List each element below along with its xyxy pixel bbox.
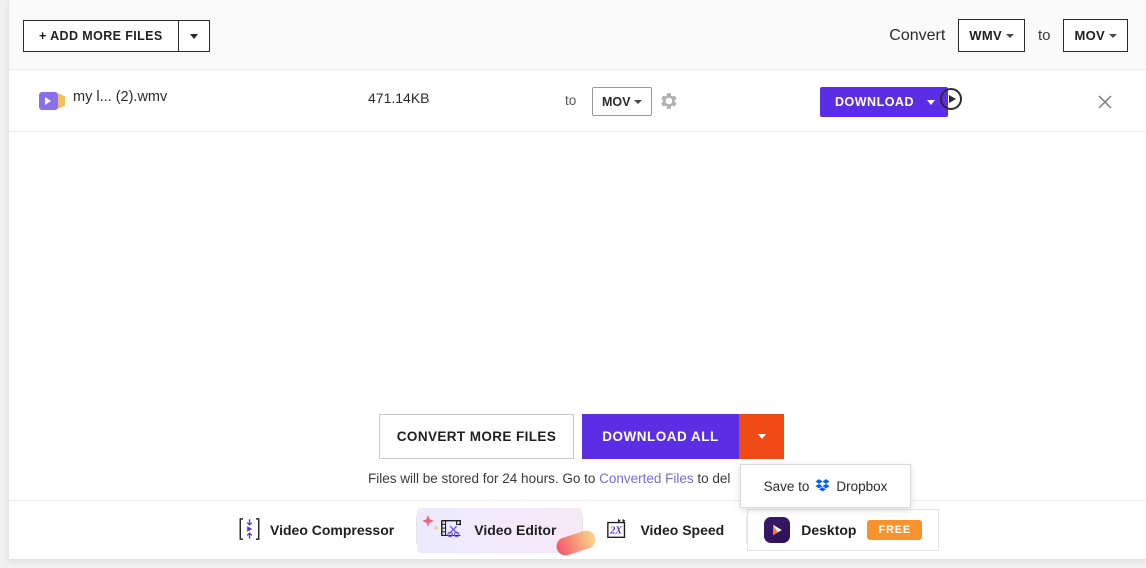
source-format-value: WMV — [969, 28, 1002, 43]
storage-note-suffix: to del — [693, 471, 731, 486]
preview-play-button[interactable] — [940, 88, 962, 110]
svg-text:2X: 2X — [610, 525, 623, 536]
download-all-label: DOWNLOAD ALL — [602, 429, 719, 444]
convert-label: Convert — [889, 26, 946, 44]
video-speed-icon: 2X — [605, 517, 631, 544]
source-format-select[interactable]: WMV — [958, 19, 1025, 52]
convert-controls: Convert WMV to MOV — [889, 19, 1128, 52]
remove-file-button[interactable] — [1095, 92, 1115, 112]
tools-toolbar: Video Compressor Video Editor 2X Video S… — [9, 500, 1146, 559]
chevron-down-icon — [1109, 33, 1117, 38]
download-all-button[interactable]: DOWNLOAD ALL — [582, 414, 739, 459]
video-editor-icon — [439, 517, 465, 544]
header-to-label: to — [1037, 27, 1051, 44]
video-compressor-icon — [238, 517, 261, 544]
dropbox-name: Dropbox — [836, 478, 888, 494]
desktop-app-icon — [764, 517, 791, 543]
action-buttons: CONVERT MORE FILES DOWNLOAD ALL — [379, 414, 784, 459]
tool-video-speed[interactable]: 2X Video Speed — [583, 508, 746, 553]
chevron-down-icon — [1005, 33, 1014, 38]
gear-icon[interactable] — [657, 90, 679, 112]
file-size: 471.14KB — [368, 90, 430, 106]
tool-video-compressor[interactable]: Video Compressor — [216, 508, 416, 553]
storage-note: Files will be stored for 24 hours. Go to… — [368, 471, 730, 486]
row-format-select[interactable]: MOV — [592, 87, 653, 116]
row-download-button[interactable]: DOWNLOAD — [820, 87, 948, 117]
header-bar: + ADD MORE FILES Convert WMV to MOV — [9, 0, 1146, 70]
free-badge: FREE — [867, 520, 922, 540]
convert-more-files-button[interactable]: CONVERT MORE FILES — [379, 414, 574, 459]
video-file-icon — [39, 92, 65, 110]
convert-more-files-label: CONVERT MORE FILES — [396, 429, 557, 444]
chevron-down-icon — [927, 99, 935, 105]
download-all-group: DOWNLOAD ALL — [582, 414, 784, 459]
target-format-value: MOV — [1074, 28, 1105, 43]
add-more-files-label: + ADD MORE FILES — [39, 29, 163, 43]
tool-label: Video Compressor — [270, 522, 395, 538]
download-all-dropdown-button[interactable] — [739, 414, 784, 459]
chevron-down-icon — [757, 434, 766, 439]
chevron-down-icon — [189, 33, 198, 39]
tool-label: Desktop — [801, 522, 857, 538]
tool-label: Video Speed — [640, 522, 725, 538]
row-to-label: to — [565, 93, 577, 108]
row-format-value: MOV — [602, 94, 631, 109]
dropbox-icon — [815, 478, 830, 495]
storage-note-prefix: Files will be stored for 24 hours. Go to — [368, 471, 600, 486]
save-to-dropbox-menu-item[interactable]: Save to Dropbox — [740, 464, 911, 508]
add-more-files-dropdown-button[interactable] — [177, 20, 210, 52]
tool-label: Video Editor — [474, 522, 557, 538]
tool-video-editor[interactable]: Video Editor — [417, 507, 599, 558]
row-download-label: DOWNLOAD — [835, 95, 914, 109]
tool-desktop[interactable]: Desktop FREE — [747, 509, 939, 551]
add-more-files-group: + ADD MORE FILES — [23, 20, 210, 52]
file-row: my l... (2).wmv 471.14KB to MOV DOWNLOAD — [9, 70, 1146, 132]
file-name: my l... (2).wmv — [73, 89, 168, 105]
target-format-select[interactable]: MOV — [1063, 19, 1128, 52]
app-root: + ADD MORE FILES Convert WMV to MOV my l… — [0, 0, 1146, 568]
save-to-dropbox-label: Save to — [763, 478, 810, 494]
add-more-files-button[interactable]: + ADD MORE FILES — [23, 20, 178, 52]
chevron-down-icon — [634, 99, 643, 104]
converter-card: + ADD MORE FILES Convert WMV to MOV my l… — [8, 0, 1146, 560]
converted-files-link[interactable]: Converted Files — [599, 471, 694, 486]
